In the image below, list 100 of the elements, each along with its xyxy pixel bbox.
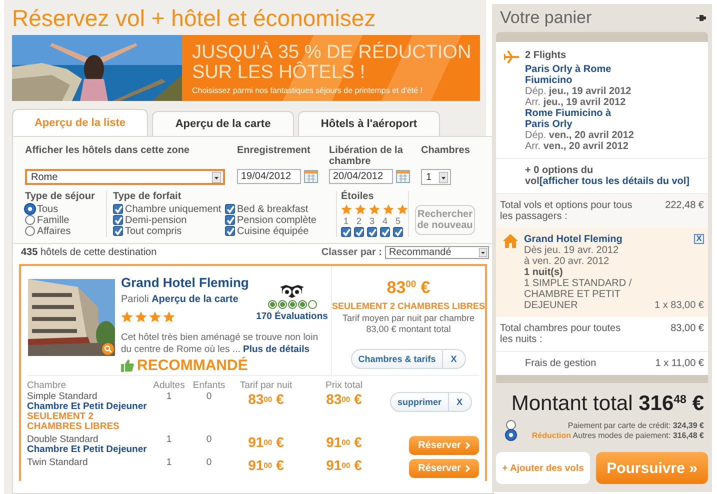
option-label: Bed & breakfast bbox=[237, 204, 308, 214]
board-type: Chambre Et Petit Dejeuner bbox=[27, 402, 147, 412]
checkbox[interactable] bbox=[341, 227, 351, 237]
checkbox[interactable] bbox=[113, 204, 123, 214]
price-note: Tarif moyen par nuit par chambre bbox=[342, 313, 475, 324]
total-amount: 316$^{48}$ € bbox=[638, 392, 704, 415]
checkbox[interactable] bbox=[113, 226, 123, 236]
price-note: 83,00 € montant total bbox=[366, 324, 451, 335]
flight-details-link[interactable]: [afficher tous les détails du vol] bbox=[539, 176, 690, 187]
room-name: Simple Standard bbox=[27, 392, 98, 402]
radio-button[interactable] bbox=[25, 204, 35, 214]
reviews-count[interactable]: 170 Évaluations bbox=[256, 311, 328, 322]
rooms-select[interactable]: 1 bbox=[421, 169, 451, 185]
promo-subtitle: Choisissez parmi nos fantastiques séjours de printemps et d'été ! bbox=[192, 86, 423, 95]
field-label: Libération de la chambre bbox=[329, 145, 404, 169]
summary-label: Total chambres pour toutes les nuits : bbox=[500, 323, 622, 345]
option-label: 1 bbox=[342, 216, 350, 226]
option-label: 5 bbox=[394, 216, 402, 226]
column-header: Chambre bbox=[27, 380, 147, 392]
rooms-button[interactable]: Chambres & tarifs bbox=[351, 349, 443, 369]
summary-label: Total vols et options pour tous les passagers : bbox=[500, 200, 634, 222]
chevron-icon bbox=[464, 465, 470, 472]
house-icon bbox=[503, 234, 518, 248]
checkbox[interactable] bbox=[225, 226, 235, 236]
fee-amount: 1 x 11,00 € bbox=[655, 358, 704, 369]
availability-note: SEULEMENT 2 CHAMBRES LIBRES bbox=[332, 301, 485, 311]
departure-date: Dép. ven., 20 avril 2012 bbox=[525, 130, 635, 141]
column-header: Enfants bbox=[192, 380, 226, 392]
details-link[interactable]: Plus de détails bbox=[242, 344, 310, 355]
map-link[interactable]: Aperçu de la carte bbox=[152, 294, 238, 305]
table-cell: 0 bbox=[206, 434, 212, 445]
field-label: Chambres bbox=[421, 145, 467, 158]
summary-amount: 222,48 € bbox=[665, 200, 704, 213]
tab[interactable]: Hôtels à l'aéroport bbox=[298, 111, 440, 136]
star-icon bbox=[163, 311, 175, 323]
checkbox[interactable] bbox=[367, 227, 377, 237]
flight-route[interactable]: Rome Fiumicino à Paris Orly bbox=[525, 108, 635, 130]
option-label: 3 bbox=[368, 216, 376, 226]
stay-dates: Dès jeu. 19 avr. 2012 bbox=[524, 245, 620, 256]
table-cell: 0 bbox=[206, 391, 212, 402]
tab[interactable]: Aperçu de la carte bbox=[152, 111, 294, 136]
chevron-icon bbox=[464, 442, 470, 449]
destination-select[interactable]: Rome bbox=[25, 169, 225, 185]
availability-note: SEULEMENT 2 CHAMBRES LIBRES bbox=[27, 412, 120, 432]
summary-amount: 83,00 € bbox=[670, 323, 704, 336]
district: Parioli bbox=[121, 294, 149, 305]
rating-circle bbox=[298, 300, 306, 309]
star-icon bbox=[397, 204, 408, 215]
magnifier-icon bbox=[102, 343, 114, 355]
column-header: Tarif par nuit bbox=[238, 380, 294, 392]
calendar-icon bbox=[304, 170, 318, 183]
hotel-name[interactable]: Grand Hotel Fleming bbox=[121, 275, 249, 290]
hotel-name[interactable]: Grand Hotel Fleming bbox=[524, 234, 622, 245]
section-label: Type de forfait bbox=[113, 191, 182, 202]
remove-button[interactable]: supprimer bbox=[390, 392, 448, 412]
total-label: Montant total bbox=[511, 392, 633, 415]
airplane-icon bbox=[504, 50, 519, 64]
field-label: Afficher les hôtels dans cette zone bbox=[25, 145, 190, 158]
section-label: Type de séjour bbox=[25, 191, 96, 202]
hotel-description: Cet hôtel très bien aménagé se trouve non loin du centre de Rome où les ... Plus de détails bbox=[121, 332, 319, 356]
sort-select[interactable]: Recommandé bbox=[385, 246, 489, 259]
rating-circle bbox=[268, 300, 276, 309]
column-header: Adultes bbox=[152, 380, 186, 392]
radio-button[interactable] bbox=[506, 420, 516, 430]
recommended-label: RECOMMANDÉ bbox=[137, 357, 248, 374]
rating-circle bbox=[278, 300, 286, 309]
star-icon bbox=[341, 204, 352, 215]
thumbs-up-icon bbox=[121, 359, 134, 372]
star-icon bbox=[135, 311, 147, 323]
option-label: 2 bbox=[355, 216, 362, 226]
option-label: Tous bbox=[37, 204, 58, 214]
radio-button[interactable] bbox=[506, 430, 516, 440]
checkbox[interactable] bbox=[380, 227, 390, 237]
checkbox[interactable] bbox=[354, 227, 364, 237]
section-label: Étoiles bbox=[341, 191, 375, 202]
option-label: 4 bbox=[381, 216, 388, 226]
star-icon bbox=[369, 204, 380, 215]
room-price: 1 x 83,00 € bbox=[654, 300, 704, 311]
option-label: Famille bbox=[37, 214, 70, 226]
checkbox[interactable] bbox=[225, 204, 235, 214]
departure-date: Dép. jeu., 19 avril 2012 bbox=[525, 86, 632, 97]
checkin-field[interactable]: 19/04/2012 bbox=[237, 169, 301, 184]
checkbox[interactable] bbox=[225, 215, 235, 225]
checkout-field[interactable]: 20/04/2012 bbox=[329, 169, 393, 184]
close-button[interactable]: X bbox=[442, 349, 466, 369]
close-button[interactable]: X bbox=[694, 234, 704, 244]
radio-button[interactable] bbox=[25, 215, 35, 225]
owl-icon bbox=[280, 284, 304, 298]
flights-count: 2 Flights bbox=[525, 50, 568, 61]
radio-button[interactable] bbox=[25, 226, 35, 236]
flight-route[interactable]: Paris Orly à Rome Fiumicino bbox=[525, 64, 635, 86]
room-name: Double Standard bbox=[27, 435, 100, 445]
checkbox[interactable] bbox=[113, 215, 123, 225]
checkbox[interactable] bbox=[393, 227, 403, 237]
option-label: Pension complète bbox=[237, 214, 316, 226]
dropdown-arrow-icon bbox=[439, 172, 448, 182]
option-label: Cuisine équipée bbox=[237, 226, 309, 236]
option-label: Chambre uniquement bbox=[125, 204, 222, 214]
star-icon bbox=[121, 311, 133, 323]
close-button[interactable]: X bbox=[448, 392, 472, 412]
